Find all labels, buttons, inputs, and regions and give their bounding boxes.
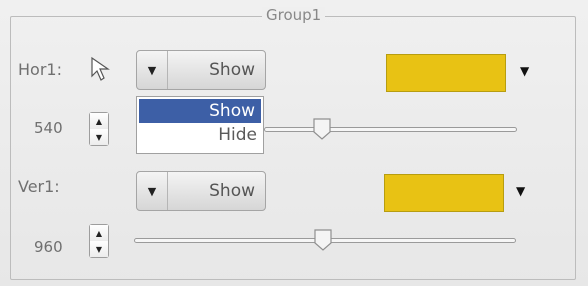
hor-color-swatch[interactable] [386, 54, 506, 92]
hor-color-arrow-icon[interactable]: ▼ [520, 64, 529, 78]
group-title: Group1 [262, 7, 326, 23]
hor-visibility-combo[interactable]: ▼ Show [136, 50, 266, 90]
ver-spinbox[interactable]: ▲ ▼ [89, 224, 109, 258]
settings-window: Group1 Hor1: ▼ Show ▼ 540 ▲ ▼ Show Hide … [0, 0, 588, 286]
ver-color-arrow-icon[interactable]: ▼ [516, 184, 525, 198]
ver-label: Ver1: [18, 177, 60, 196]
ver-visibility-combo[interactable]: ▼ Show [136, 171, 266, 211]
hor-visibility-dropdown: Show Hide [136, 96, 264, 154]
spin-up-icon[interactable]: ▲ [90, 225, 108, 242]
combo-arrow-icon[interactable]: ▼ [137, 172, 168, 210]
dropdown-option-show[interactable]: Show [139, 99, 261, 123]
ver-combo-value: Show [209, 181, 255, 201]
spin-down-icon[interactable]: ▼ [90, 241, 108, 257]
hor-combo-value: Show [209, 60, 255, 80]
ver-value: 960 [34, 238, 63, 256]
hor-value: 540 [34, 119, 63, 137]
hor-slider-thumb[interactable] [312, 117, 332, 141]
spin-up-icon[interactable]: ▲ [90, 113, 108, 130]
ver-slider-thumb[interactable] [313, 228, 333, 252]
hor-spinbox[interactable]: ▲ ▼ [89, 112, 109, 146]
ver-color-swatch[interactable] [384, 174, 504, 212]
hor-label: Hor1: [18, 60, 62, 79]
hor-slider-track[interactable] [264, 127, 517, 132]
dropdown-option-hide[interactable]: Hide [137, 123, 263, 147]
spin-down-icon[interactable]: ▼ [90, 129, 108, 145]
combo-arrow-icon[interactable]: ▼ [137, 51, 168, 89]
arrow-cursor-icon [91, 56, 110, 81]
